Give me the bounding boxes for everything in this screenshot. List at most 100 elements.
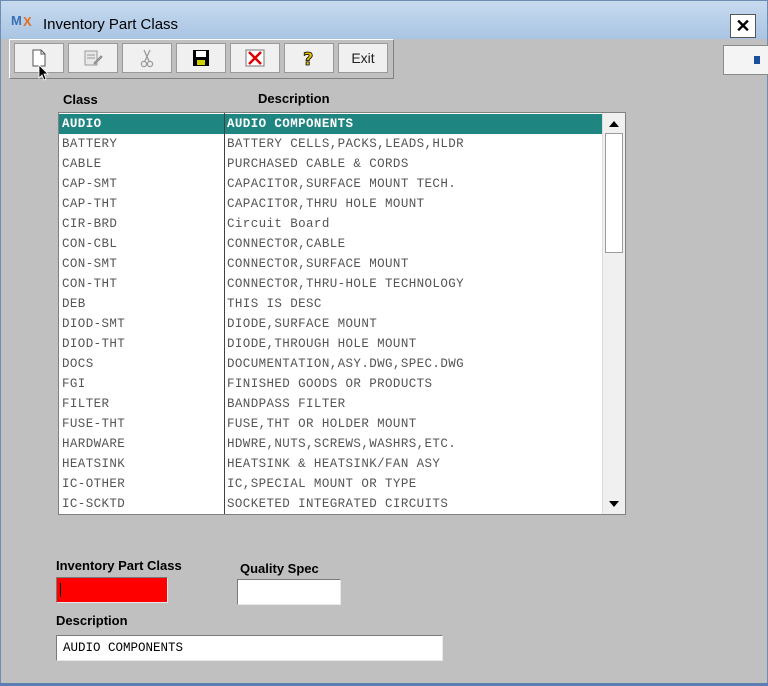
- table-row[interactable]: CON-SMT CONNECTOR,SURFACE MOUNT: [59, 254, 602, 274]
- description-cell: CONNECTOR,SURFACE MOUNT: [227, 257, 409, 271]
- toolbar: ? Exit: [9, 39, 394, 79]
- floppy-disk-icon: [193, 50, 209, 66]
- class-cell: CABLE: [62, 157, 102, 171]
- class-cell: IC-SCKTD: [62, 497, 126, 511]
- table-row[interactable]: AUDIO AUDIO COMPONENTS: [59, 114, 602, 134]
- svg-text:M: M: [11, 13, 22, 28]
- class-cell: DIOD-SMT: [62, 317, 126, 331]
- class-cell: FUSE-THT: [62, 417, 126, 431]
- quality-spec-label: Quality Spec: [240, 561, 319, 576]
- class-cell: DEB: [62, 297, 86, 311]
- part-class-grid[interactable]: AUDIO AUDIO COMPONENTS BATTERY BATTERY CELL…: [58, 112, 626, 515]
- svg-text:X: X: [23, 14, 32, 29]
- scrollbar-thumb[interactable]: [605, 133, 623, 253]
- scroll-down-button[interactable]: [604, 494, 624, 513]
- inventory-part-class-input[interactable]: [56, 577, 168, 603]
- help-button[interactable]: ?: [284, 43, 334, 73]
- red-x-icon: [245, 49, 265, 67]
- description-column-header[interactable]: Description: [258, 91, 330, 106]
- class-column-header[interactable]: Class: [63, 92, 98, 107]
- description-cell: THIS IS DESC: [227, 297, 322, 311]
- description-label: Description: [56, 613, 128, 628]
- edit-button[interactable]: [68, 43, 118, 73]
- side-action-button[interactable]: [723, 45, 768, 75]
- table-row[interactable]: DOCS DOCUMENTATION,ASY.DWG,SPEC.DWG: [59, 354, 602, 374]
- exit-button[interactable]: Exit: [338, 43, 388, 73]
- description-cell: DIODE,THROUGH HOLE MOUNT: [227, 337, 417, 351]
- description-cell: FINISHED GOODS OR PRODUCTS: [227, 377, 433, 391]
- title-bar[interactable]: M X Inventory Part Class ✕: [1, 1, 767, 39]
- delete-button[interactable]: [230, 43, 280, 73]
- scroll-up-button[interactable]: [604, 114, 624, 133]
- table-row[interactable]: CAP-THT CAPACITOR,THRU HOLE MOUNT: [59, 194, 602, 214]
- description-value: AUDIO COMPONENTS: [63, 641, 184, 655]
- arrow-down-icon: [609, 500, 619, 507]
- svg-text:?: ?: [303, 49, 313, 68]
- scissors-icon: [140, 49, 154, 68]
- description-cell: CONNECTOR,CABLE: [227, 237, 346, 251]
- edit-icon: [84, 50, 103, 66]
- quality-spec-input[interactable]: [237, 579, 341, 605]
- text-caret: [60, 583, 61, 597]
- class-cell: CON-SMT: [62, 257, 118, 271]
- table-row[interactable]: DIOD-THT DIODE,THROUGH HOLE MOUNT: [59, 334, 602, 354]
- arrow-up-icon: [609, 120, 619, 127]
- description-cell: Circuit Board: [227, 217, 330, 231]
- table-row[interactable]: CABLE PURCHASED CABLE & CORDS: [59, 154, 602, 174]
- description-cell: AUDIO COMPONENTS: [227, 117, 354, 131]
- vertical-scrollbar[interactable]: [602, 113, 625, 514]
- table-row[interactable]: FUSE-THT FUSE,THT OR HOLDER MOUNT: [59, 414, 602, 434]
- exit-label: Exit: [351, 50, 375, 66]
- class-cell: BATTERY: [62, 137, 118, 151]
- class-cell: DIOD-THT: [62, 337, 126, 351]
- description-cell: DOCUMENTATION,ASY.DWG,SPEC.DWG: [227, 357, 465, 371]
- class-cell: CON-CBL: [62, 237, 118, 251]
- class-cell: HEATSINK: [62, 457, 126, 471]
- table-row[interactable]: DIOD-SMT DIODE,SURFACE MOUNT: [59, 314, 602, 334]
- inventory-part-class-window: M X Inventory Part Class ✕ ? Exit Class …: [0, 0, 768, 686]
- close-button[interactable]: ✕: [730, 14, 756, 38]
- description-cell: FUSE,THT OR HOLDER MOUNT: [227, 417, 417, 431]
- class-cell: CON-THT: [62, 277, 118, 291]
- class-cell: FGI: [62, 377, 86, 391]
- description-cell: BANDPASS FILTER: [227, 397, 346, 411]
- description-cell: SOCKETED INTEGRATED CIRCUITS: [227, 497, 449, 511]
- save-button[interactable]: [176, 43, 226, 73]
- class-cell: AUDIO: [62, 117, 102, 131]
- column-divider: [224, 113, 225, 514]
- class-cell: HARDWARE: [62, 437, 126, 451]
- class-cell: CAP-THT: [62, 197, 118, 211]
- description-input[interactable]: AUDIO COMPONENTS: [56, 635, 443, 661]
- table-row[interactable]: CAP-SMT CAPACITOR,SURFACE MOUNT TECH.: [59, 174, 602, 194]
- description-cell: PURCHASED CABLE & CORDS: [227, 157, 409, 171]
- description-cell: BATTERY CELLS,PACKS,LEADS,HLDR: [227, 137, 465, 151]
- description-cell: CAPACITOR,SURFACE MOUNT TECH.: [227, 177, 457, 191]
- table-row[interactable]: IC-OTHER IC,SPECIAL MOUNT OR TYPE: [59, 474, 602, 494]
- table-row[interactable]: IC-SCKTD SOCKETED INTEGRATED CIRCUITS: [59, 494, 602, 514]
- table-row[interactable]: HEATSINK HEATSINK & HEATSINK/FAN ASY: [59, 454, 602, 474]
- description-cell: HDWRE,NUTS,SCREWS,WASHRS,ETC.: [227, 437, 457, 451]
- table-row[interactable]: DEB THIS IS DESC: [59, 294, 602, 314]
- class-cell: CIR-BRD: [62, 217, 118, 231]
- window-title: Inventory Part Class: [43, 16, 179, 33]
- table-row[interactable]: CON-THT CONNECTOR,THRU-HOLE TECHNOLOGY: [59, 274, 602, 294]
- description-cell: IC,SPECIAL MOUNT OR TYPE: [227, 477, 417, 491]
- question-mark-icon: ?: [303, 49, 314, 68]
- table-row[interactable]: CON-CBL CONNECTOR,CABLE: [59, 234, 602, 254]
- description-cell: CAPACITOR,THRU HOLE MOUNT: [227, 197, 425, 211]
- class-cell: IC-OTHER: [62, 477, 126, 491]
- table-row[interactable]: CIR-BRD Circuit Board: [59, 214, 602, 234]
- class-cell: CAP-SMT: [62, 177, 118, 191]
- mx-logo-icon: M X: [11, 13, 32, 29]
- class-cell: FILTER: [62, 397, 110, 411]
- close-icon: ✕: [735, 16, 751, 36]
- cut-button[interactable]: [122, 43, 172, 73]
- inventory-part-class-label: Inventory Part Class: [56, 558, 182, 573]
- description-cell: CONNECTOR,THRU-HOLE TECHNOLOGY: [227, 277, 465, 291]
- table-row[interactable]: FGI FINISHED GOODS OR PRODUCTS: [59, 374, 602, 394]
- description-cell: DIODE,SURFACE MOUNT: [227, 317, 378, 331]
- table-row[interactable]: FILTER BANDPASS FILTER: [59, 394, 602, 414]
- description-cell: HEATSINK & HEATSINK/FAN ASY: [227, 457, 441, 471]
- table-row[interactable]: HARDWARE HDWRE,NUTS,SCREWS,WASHRS,ETC.: [59, 434, 602, 454]
- table-row[interactable]: BATTERY BATTERY CELLS,PACKS,LEADS,HLDR: [59, 134, 602, 154]
